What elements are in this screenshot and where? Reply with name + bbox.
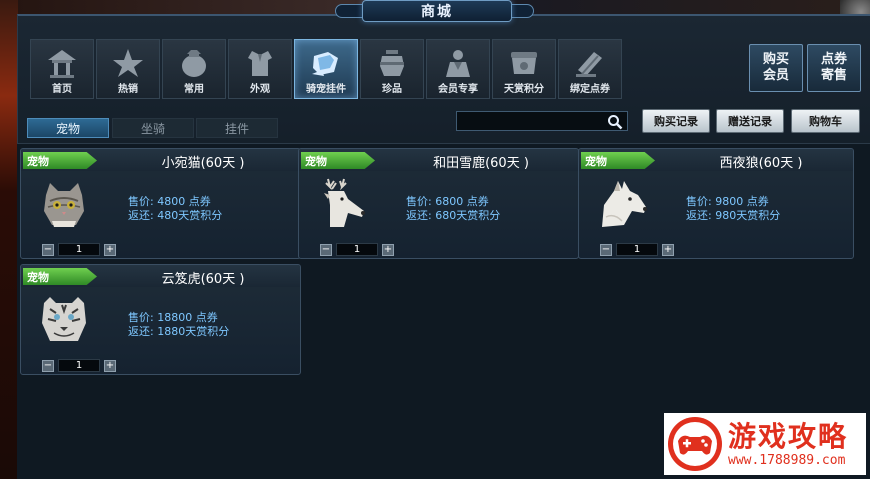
item-card[interactable]: 宠物 西夜狼(60天 ) 售价: 9800 点券 返还: 980天赏积分 − 1… <box>578 148 854 259</box>
category-home[interactable]: 首页 <box>30 39 94 99</box>
quantity-minus-button[interactable]: − <box>42 243 54 256</box>
quantity-plus-button[interactable]: + <box>662 243 674 256</box>
quantity-stepper: − 1 + <box>600 243 674 256</box>
star-icon <box>110 46 146 80</box>
badge-label: 宠物 <box>585 154 607 168</box>
deer-portrait-icon <box>313 177 371 229</box>
window-title: 商城 <box>362 0 512 22</box>
coupon-consign-button[interactable]: 点券 寄售 <box>807 44 861 92</box>
category-pet-mount[interactable]: 骑宠挂件 <box>294 39 358 99</box>
home-icon <box>44 46 80 80</box>
quantity-stepper: − 1 + <box>42 243 116 256</box>
bag-icon <box>176 46 212 80</box>
quantity-stepper: − 1 + <box>42 359 116 372</box>
quantity-plus-button[interactable]: + <box>382 243 394 256</box>
treasure-icon <box>374 46 410 80</box>
item-name: 西夜狼(60天 ) <box>719 156 803 171</box>
item-name: 云笈虎(60天 ) <box>161 272 245 287</box>
item-rebate: 返还: 1880天赏积分 <box>128 325 230 338</box>
item-card[interactable]: 宠物 小宛猫(60天 ) 售价: 4800 点券 返还: 480天赏积分 − 1… <box>20 148 301 259</box>
purchase-history-label: 购买记录 <box>654 115 698 128</box>
quantity-value[interactable]: 1 <box>58 359 100 372</box>
category-label: 热销 <box>118 84 138 95</box>
buy-vip-label: 购买 会员 <box>762 52 789 83</box>
bound-coupon-icon <box>572 46 608 80</box>
item-card[interactable]: 宠物 云笈虎(60天 ) 售价: 18800 点券 返还: 1880天赏积分 −… <box>20 264 301 375</box>
tab-mount[interactable]: 坐骑 <box>112 118 194 138</box>
category-bound-coupon[interactable]: 绑定点券 <box>558 39 622 99</box>
quantity-stepper: − 1 + <box>320 243 394 256</box>
search-input[interactable] <box>457 115 603 133</box>
quantity-plus-button[interactable]: + <box>104 243 116 256</box>
category-hot[interactable]: 热销 <box>96 39 160 99</box>
background-scene-left <box>0 0 18 479</box>
category-badge: 宠物 <box>23 268 97 285</box>
category-label: 绑定点券 <box>570 84 610 95</box>
item-rebate: 返还: 680天赏积分 <box>406 209 501 222</box>
category-bar: 首页 热销 常用 外观 骑宠挂件 珍品 会员专享 天赏积分 绑定点券 <box>30 39 622 99</box>
cat-portrait-icon <box>35 177 93 229</box>
coupon-consign-label: 点券 寄售 <box>820 52 847 83</box>
category-appearance[interactable]: 外观 <box>228 39 292 99</box>
wolf-portrait-icon <box>593 177 651 229</box>
badge-label: 宠物 <box>27 154 49 168</box>
gift-history-button[interactable]: 赠送记录 <box>716 109 784 133</box>
category-label: 骑宠挂件 <box>306 84 346 95</box>
category-label: 外观 <box>250 84 270 95</box>
category-treasure[interactable]: 珍品 <box>360 39 424 99</box>
quantity-plus-button[interactable]: + <box>104 359 116 372</box>
category-common[interactable]: 常用 <box>162 39 226 99</box>
tiger-portrait-icon <box>35 293 93 345</box>
gift-history-label: 赠送记录 <box>728 115 772 128</box>
search-box <box>456 111 628 133</box>
watermark-url: www.1788989.com <box>728 452 846 468</box>
category-label: 常用 <box>184 84 204 95</box>
watermark-title: 游戏攻略 <box>728 419 849 453</box>
item-card[interactable]: 宠物 和田雪鹿(60天 ) 售价: 6800 点券 返还: 680天赏积分 − … <box>298 148 579 259</box>
category-badge: 宠物 <box>23 152 97 169</box>
buy-vip-button[interactable]: 购买 会员 <box>749 44 803 92</box>
window-title-text: 商城 <box>421 4 453 20</box>
quantity-minus-button[interactable]: − <box>600 243 612 256</box>
quantity-minus-button[interactable]: − <box>320 243 332 256</box>
category-label: 首页 <box>52 84 72 95</box>
category-label: 会员专享 <box>438 84 478 95</box>
cart-button[interactable]: 购物车 <box>791 109 860 133</box>
tab-pet[interactable]: 宠物 <box>27 118 109 138</box>
pet-mount-icon <box>308 46 344 80</box>
category-label: 珍品 <box>382 84 402 95</box>
badge-label: 宠物 <box>27 270 49 284</box>
purchase-history-button[interactable]: 购买记录 <box>642 109 710 133</box>
member-icon <box>440 46 476 80</box>
tab-pendant[interactable]: 挂件 <box>196 118 278 138</box>
item-name: 和田雪鹿(60天 ) <box>433 156 529 171</box>
quantity-value[interactable]: 1 <box>616 243 658 256</box>
category-member[interactable]: 会员专享 <box>426 39 490 99</box>
badge-label: 宠物 <box>305 154 327 168</box>
item-rebate: 返还: 480天赏积分 <box>128 209 223 222</box>
armor-icon <box>242 46 278 80</box>
category-badge: 宠物 <box>581 152 655 169</box>
site-watermark: 游戏攻略 www.1788989.com <box>664 413 866 475</box>
points-icon <box>506 46 542 80</box>
quantity-minus-button[interactable]: − <box>42 359 54 372</box>
quantity-value[interactable]: 1 <box>58 243 100 256</box>
category-badge: 宠物 <box>301 152 375 169</box>
search-icon[interactable] <box>607 114 623 130</box>
quantity-value[interactable]: 1 <box>336 243 378 256</box>
category-points[interactable]: 天赏积分 <box>492 39 556 99</box>
item-rebate: 返还: 980天赏积分 <box>686 209 781 222</box>
item-name: 小宛猫(60天 ) <box>161 156 245 171</box>
watermark-text: 游戏攻略 www.1788989.com <box>728 419 849 468</box>
category-label: 天赏积分 <box>504 84 544 95</box>
gamepad-logo-icon <box>666 415 724 473</box>
cart-label: 购物车 <box>809 115 842 128</box>
